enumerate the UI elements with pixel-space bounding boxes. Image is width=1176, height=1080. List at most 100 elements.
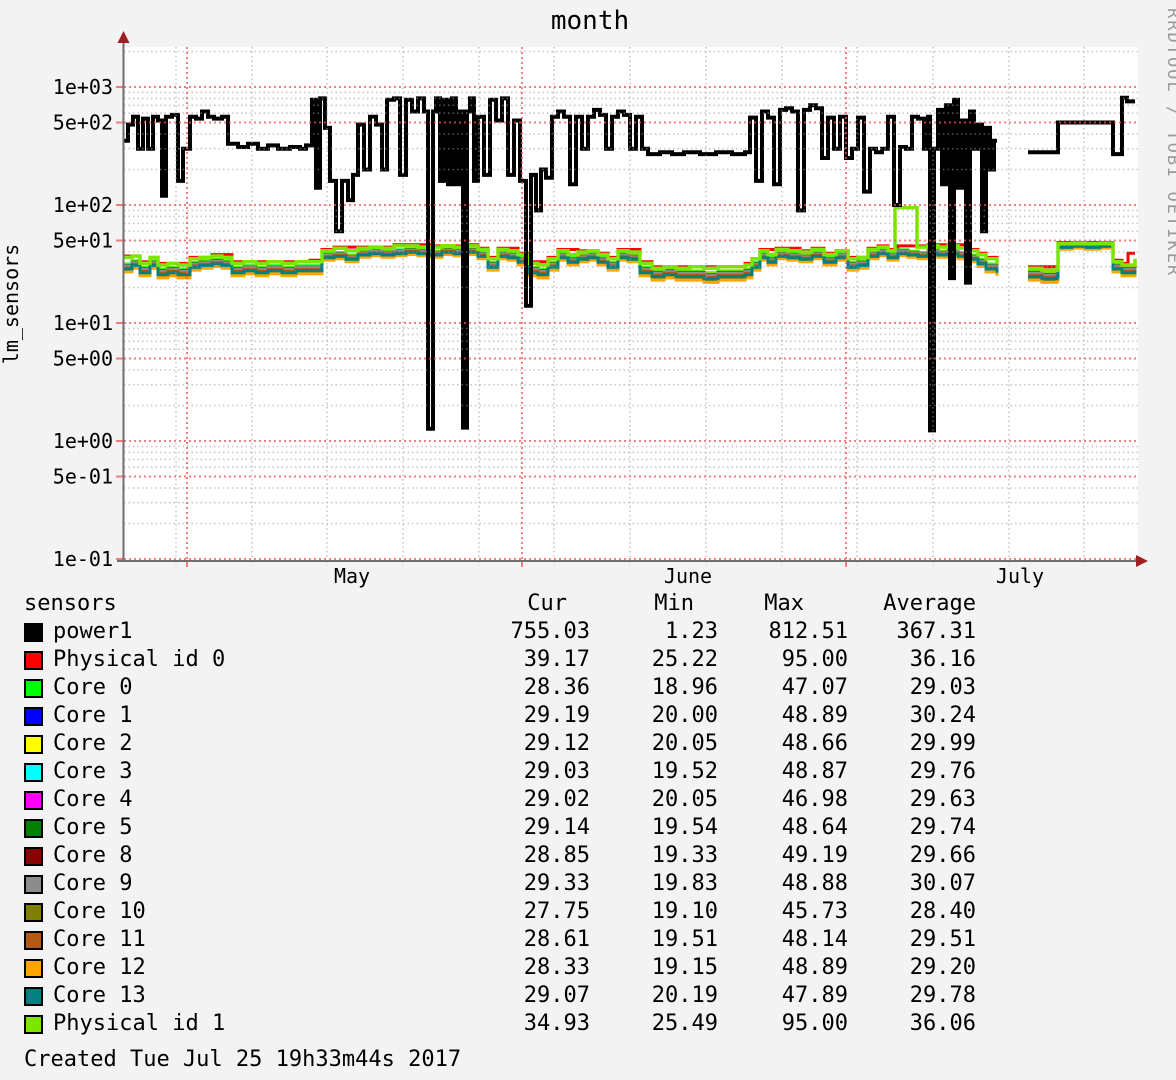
y-axis-arrow-icon <box>117 31 130 43</box>
legend-series: Core 13 <box>24 982 146 1010</box>
x-tick-label-july: July <box>996 564 1044 588</box>
y-tick-label: 5e+01 <box>53 229 113 253</box>
legend-series-name: Core 2 <box>53 731 133 756</box>
legend-row: Core 11 28.61 19.51 48.14 29.51 <box>0 926 1176 954</box>
legend-value-max: 47.89 <box>781 983 848 1008</box>
legend-value-cur: 34.93 <box>523 1011 590 1036</box>
column-header-average: Average <box>883 591 976 616</box>
y-tick-label: 5e-01 <box>53 465 113 489</box>
legend-value-min: 20.19 <box>651 983 718 1008</box>
legend-value-min: 19.10 <box>651 899 718 924</box>
legend-row: power1 755.03 1.23 812.51 367.31 <box>0 618 1176 646</box>
y-tick-label: 1e+03 <box>53 75 113 99</box>
legend-value-avg: 30.24 <box>909 703 976 728</box>
legend-row: Core 13 29.07 20.19 47.89 29.78 <box>0 982 1176 1010</box>
legend-value-avg: 36.06 <box>909 1011 976 1036</box>
legend-value-avg: 29.20 <box>909 955 976 980</box>
legend-swatch <box>24 930 43 950</box>
legend-series: Core 11 <box>24 926 146 954</box>
legend-row: Core 9 29.33 19.83 48.88 30.07 <box>0 870 1176 898</box>
legend-series-name: Core 5 <box>53 815 133 840</box>
legend-value-max: 49.19 <box>781 843 848 868</box>
y-tick-label: 1e-01 <box>53 547 113 571</box>
y-tick-label: 1e+00 <box>53 429 113 453</box>
legend-value-cur: 28.85 <box>523 843 590 868</box>
y-tick-label: 1e+01 <box>53 311 113 335</box>
legend-value-max: 95.00 <box>781 647 848 672</box>
legend-value-min: 25.49 <box>651 1011 718 1036</box>
legend-series: Core 0 <box>24 674 132 702</box>
legend-value-min: 19.15 <box>651 955 718 980</box>
legend-series-name: power1 <box>53 619 133 644</box>
legend-value-max: 48.88 <box>781 871 848 896</box>
legend-row: Core 3 29.03 19.52 48.87 29.76 <box>0 758 1176 786</box>
legend-value-cur: 29.03 <box>523 759 590 784</box>
legend-series-name: Core 4 <box>53 787 133 812</box>
legend-series: Core 3 <box>24 758 132 786</box>
legend-series: Core 2 <box>24 730 132 758</box>
x-tick-label-june: June <box>664 564 712 588</box>
legend-value-min: 20.05 <box>651 731 718 756</box>
legend-value-cur: 28.61 <box>523 927 590 952</box>
legend-series-name: Core 13 <box>53 983 146 1008</box>
legend-value-cur: 27.75 <box>523 899 590 924</box>
legend-swatch <box>24 958 43 978</box>
legend-series: Core 8 <box>24 842 132 870</box>
legend-row: Core 4 29.02 20.05 46.98 29.63 <box>0 786 1176 814</box>
created-timestamp: Created Tue Jul 25 19h33m44s 2017 <box>24 1047 462 1072</box>
legend-title: sensors <box>24 591 117 616</box>
legend-value-cur: 28.36 <box>523 675 590 700</box>
legend-value-cur: 29.12 <box>523 731 590 756</box>
legend-value-min: 19.54 <box>651 815 718 840</box>
legend-value-max: 45.73 <box>781 899 848 924</box>
legend-swatch <box>24 1014 43 1034</box>
legend-value-max: 48.87 <box>781 759 848 784</box>
legend-series-name: Core 1 <box>53 703 133 728</box>
chart-title: month <box>551 6 629 36</box>
legend-value-avg: 36.16 <box>909 647 976 672</box>
legend-rows: power1 755.03 1.23 812.51 367.31 Physical id … <box>0 618 1176 1038</box>
legend-row: Physical id 0 39.17 25.22 95.00 36.16 <box>0 646 1176 674</box>
legend-value-avg: 28.40 <box>909 899 976 924</box>
rrdtool-watermark: RRDTOOL / TOBI OETIKER <box>1163 8 1176 277</box>
legend-swatch <box>24 650 43 670</box>
legend-value-max: 46.98 <box>781 787 848 812</box>
legend-value-avg: 367.31 <box>896 619 976 644</box>
legend-value-min: 1.23 <box>665 619 718 644</box>
legend-value-avg: 29.51 <box>909 927 976 952</box>
legend-value-max: 812.51 <box>768 619 848 644</box>
legend-header-row: sensors Cur Min Max Average <box>0 590 1176 618</box>
legend-series-name: Core 3 <box>53 759 133 784</box>
column-header-max: Max <box>764 591 804 616</box>
legend-series: power1 <box>24 618 132 646</box>
y-axis-title: lm_sensors <box>0 244 23 364</box>
legend-value-max: 47.07 <box>781 675 848 700</box>
legend-value-avg: 29.99 <box>909 731 976 756</box>
chart-area: 1e+03 5e+02 1e+02 5e+01 1e+01 5e+00 1e+00 5e-01… <box>0 0 1176 588</box>
legend-value-min: 19.33 <box>651 843 718 868</box>
legend-series: Core 1 <box>24 702 132 730</box>
legend-series-name: Core 12 <box>53 955 146 980</box>
legend-value-max: 48.89 <box>781 955 848 980</box>
legend-series-name: Physical id 0 <box>53 647 226 672</box>
rrdtool-graph-page: { "title": "month", "watermark": "RRDTOO… <box>0 0 1176 1080</box>
legend-series: Core 9 <box>24 870 132 898</box>
legend-value-min: 19.52 <box>651 759 718 784</box>
legend-value-max: 95.00 <box>781 1011 848 1036</box>
x-tick-label-may: May <box>334 564 370 588</box>
legend-value-cur: 39.17 <box>523 647 590 672</box>
legend-value-min: 25.22 <box>651 647 718 672</box>
legend-swatch <box>24 678 43 698</box>
legend-series-name: Core 10 <box>53 899 146 924</box>
legend-value-cur: 29.33 <box>523 871 590 896</box>
x-axis-arrow-icon <box>1136 555 1148 567</box>
legend-value-max: 48.64 <box>781 815 848 840</box>
legend-value-avg: 29.74 <box>909 815 976 840</box>
legend-series: Core 4 <box>24 786 132 814</box>
legend-value-cur: 29.19 <box>523 703 590 728</box>
legend-row: Physical id 1 34.93 25.49 95.00 36.06 <box>0 1010 1176 1038</box>
legend-swatch <box>24 818 43 838</box>
legend-value-min: 20.00 <box>651 703 718 728</box>
legend-value-max: 48.89 <box>781 703 848 728</box>
legend-series: Core 12 <box>24 954 146 982</box>
